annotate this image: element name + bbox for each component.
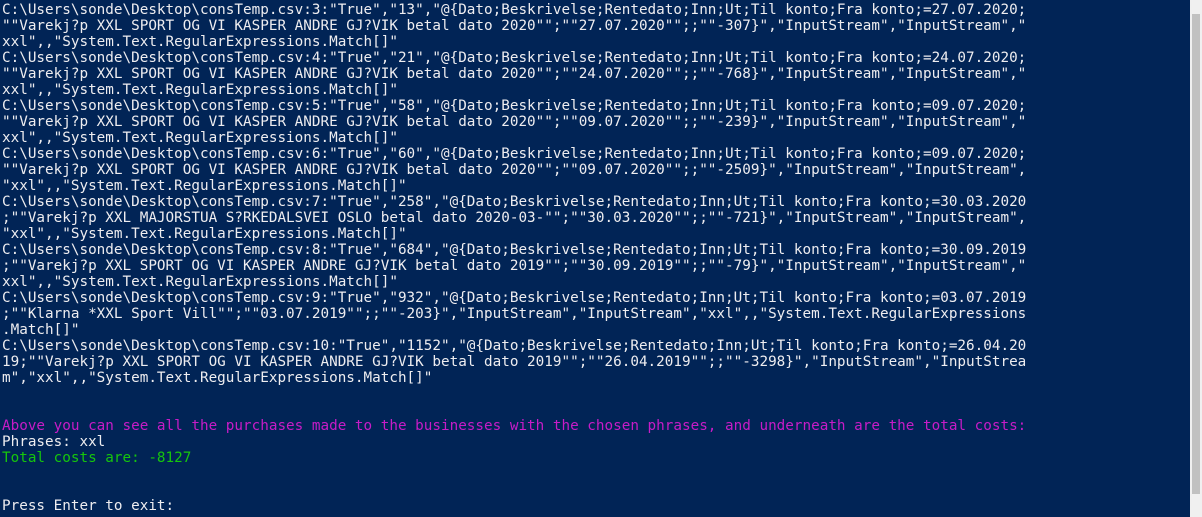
console-line: xxl",,"System.Text.RegularExpressions.Ma…	[2, 82, 398, 98]
console-line: ;""Klarna *XXL Sport Vill"";""03.07.2019…	[2, 306, 1027, 322]
console-line: 19;""Varekj?p XXL SPORT OG VI KASPER AND…	[2, 354, 1027, 370]
console-line: C:\Users\sonde\Desktop\consTemp.csv:9:"T…	[2, 290, 1027, 306]
console-line: C:\Users\sonde\Desktop\consTemp.csv:8:"T…	[2, 242, 1027, 258]
console-line: C:\Users\sonde\Desktop\consTemp.csv:3:"T…	[2, 2, 1027, 18]
console-line: ""Varekj?p XXL SPORT OG VI KASPER ANDRE …	[2, 114, 1027, 130]
console-line: Above you can see all the purchases made…	[2, 418, 1027, 434]
scrollbar-thumb[interactable]	[1192, 14, 1200, 494]
console-line: m","xxl",,"System.Text.RegularExpression…	[2, 370, 433, 386]
console-line: "xxl",,"System.Text.RegularExpressions.M…	[2, 226, 407, 242]
console-line: ;""Varekj?p XXL SPORT OG VI KASPER ANDRE…	[2, 258, 1027, 274]
console-line: Phrases: xxl	[2, 434, 106, 450]
console-line: xxl",,"System.Text.RegularExpressions.Ma…	[2, 130, 398, 146]
console-line: xxl",,"System.Text.RegularExpressions.Ma…	[2, 274, 398, 290]
console-line: C:\Users\sonde\Desktop\consTemp.csv:5:"T…	[2, 98, 1027, 114]
console-line: Press Enter to exit:	[2, 498, 175, 514]
console-output[interactable]: C:\Users\sonde\Desktop\consTemp.csv:3:"T…	[2, 2, 1190, 515]
console-line: C:\Users\sonde\Desktop\consTemp.csv:10:"…	[2, 338, 1027, 354]
console-line: ""Varekj?p XXL SPORT OG VI KASPER ANDRE …	[2, 66, 1027, 82]
console-line: ;""Varekj?p XXL MAJORSTUA S?RKEDALSVEI O…	[2, 210, 1027, 226]
console-line: Total costs are: -8127	[2, 450, 192, 466]
console-line: ""Varekj?p XXL SPORT OG VI KASPER ANDRE …	[2, 18, 1027, 34]
console-line: xxl",,"System.Text.RegularExpressions.Ma…	[2, 34, 398, 50]
vertical-scrollbar[interactable]	[1190, 0, 1202, 517]
console-line: C:\Users\sonde\Desktop\consTemp.csv:6:"T…	[2, 146, 1027, 162]
console-line: C:\Users\sonde\Desktop\consTemp.csv:4:"T…	[2, 50, 1027, 66]
console-line: "xxl",,"System.Text.RegularExpressions.M…	[2, 178, 407, 194]
console-line: .Match[]"	[2, 322, 80, 338]
console-line: ""Varekj?p XXL SPORT OG VI KASPER ANDRE …	[2, 162, 1027, 178]
console-line: C:\Users\sonde\Desktop\consTemp.csv:7:"T…	[2, 194, 1027, 210]
